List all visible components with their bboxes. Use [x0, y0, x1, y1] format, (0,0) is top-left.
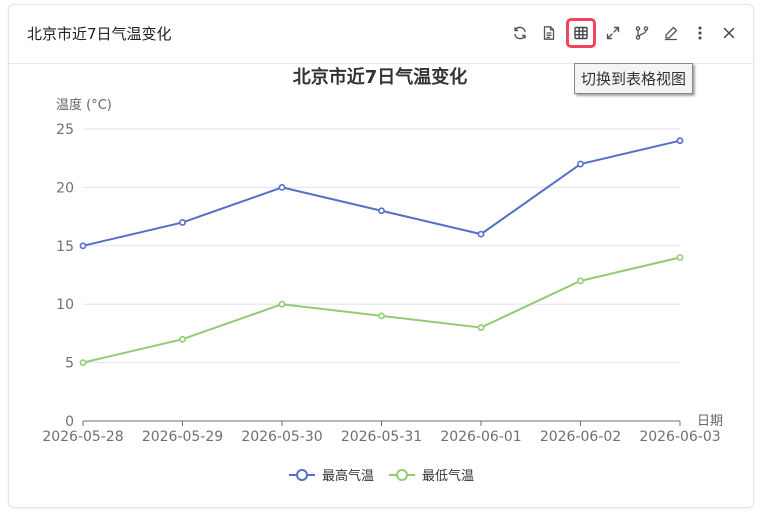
x-tick-label: 2026-06-01: [440, 429, 521, 445]
legend-label: 最高气温: [322, 468, 374, 484]
data-point: [577, 160, 584, 168]
legend-marker: [396, 469, 408, 481]
data-point: [676, 137, 684, 145]
data-point: [278, 300, 286, 308]
x-tick-label: 2026-06-03: [639, 429, 720, 445]
x-tick-label: 2026-06-02: [540, 429, 621, 445]
x-tick-label: 2026-05-31: [341, 429, 422, 445]
data-point: [378, 207, 385, 215]
legend-label: 最低气温: [422, 468, 474, 484]
data-point: [179, 219, 186, 226]
series-line: [82, 256, 681, 364]
data-point: [577, 277, 584, 285]
x-tick-label: 2026-05-30: [241, 429, 322, 445]
data-point: [278, 183, 286, 191]
series-line: [82, 139, 681, 247]
chart-title: 北京市近7日气温变化: [293, 66, 468, 88]
y-tick-label: 10: [56, 297, 74, 313]
table-view-tooltip: 切换到表格视图: [574, 63, 694, 94]
y-tick-label: 5: [65, 356, 74, 372]
data-point: [676, 254, 684, 261]
data-point: [79, 242, 87, 250]
x-tick-label: 2026-05-28: [42, 429, 123, 445]
data-point: [378, 312, 385, 320]
y-tick-label: 15: [56, 239, 74, 255]
x-tick-label: 2026-05-29: [142, 429, 223, 445]
data-point: [477, 324, 485, 331]
y-tick-label: 20: [56, 180, 74, 196]
data-point: [79, 359, 87, 366]
y-tick-label: 25: [56, 122, 74, 138]
data-point: [477, 230, 485, 238]
legend-marker: [296, 469, 308, 481]
data-point: [179, 335, 186, 343]
x-axis-label: 日期: [697, 414, 723, 429]
y-axis-label: 温度 (°C): [56, 97, 112, 113]
y-tick-label: 0: [65, 414, 74, 430]
